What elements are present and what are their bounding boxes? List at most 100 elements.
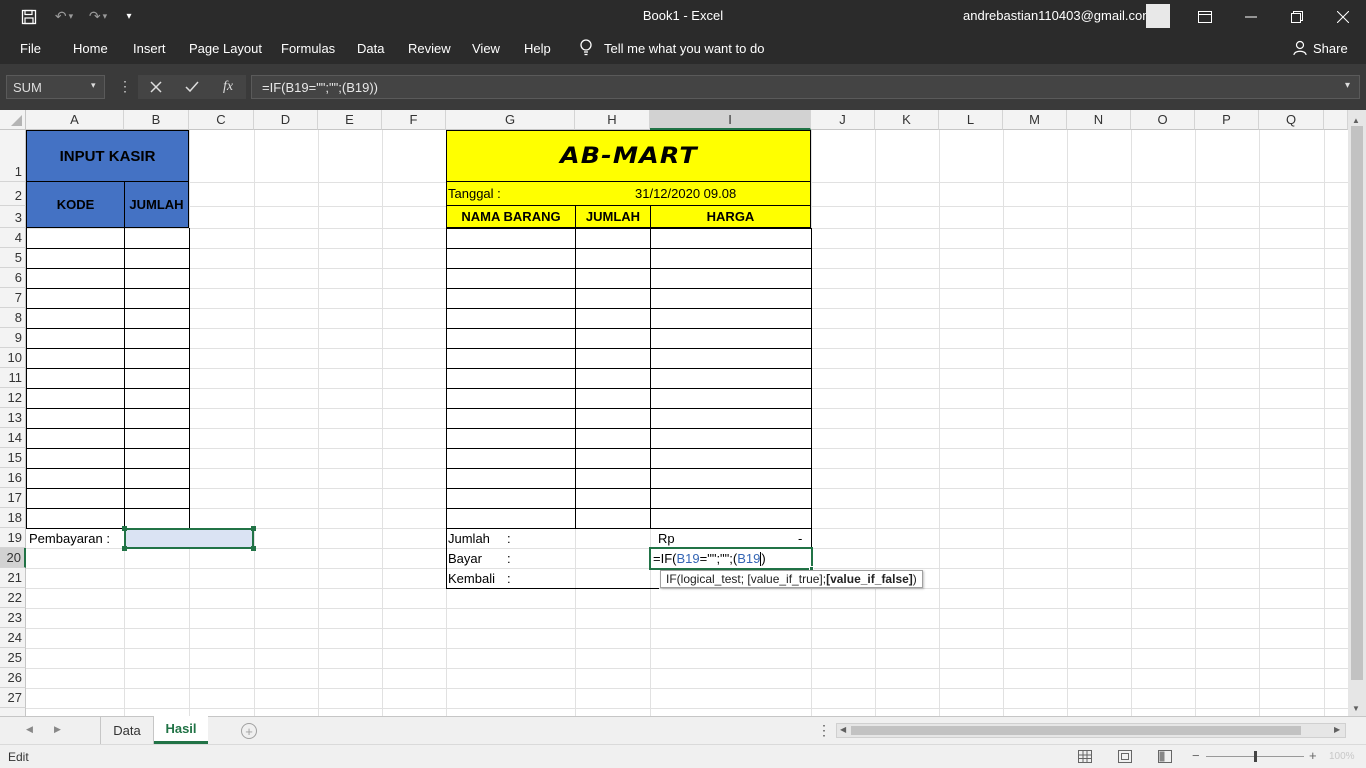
- formula-input[interactable]: =IF(B19="";"";(B19)): [251, 75, 1360, 99]
- col-header-h[interactable]: H: [575, 110, 650, 130]
- row-header-2[interactable]: 2: [0, 182, 26, 206]
- minimize-icon[interactable]: [1236, 0, 1266, 33]
- sheet-tab-hasil[interactable]: Hasil: [154, 716, 208, 744]
- row-header-20[interactable]: 20: [0, 548, 26, 568]
- tab-data[interactable]: Data: [357, 41, 384, 56]
- active-cell-editor[interactable]: =IF(B19 ="";"";(B19): [649, 547, 813, 570]
- horizontal-scrollbar[interactable]: ◀ ▶: [836, 723, 1346, 738]
- col-header-b[interactable]: B: [124, 110, 189, 130]
- col-header-j[interactable]: J: [811, 110, 875, 130]
- col-header-q[interactable]: Q: [1259, 110, 1324, 130]
- tell-me-search[interactable]: Tell me what you want to do: [604, 41, 764, 56]
- ribbon-display-icon[interactable]: [1190, 0, 1220, 33]
- insert-function-button[interactable]: fx: [210, 75, 246, 99]
- col-header-n[interactable]: N: [1067, 110, 1131, 130]
- page-break-view-icon[interactable]: [1158, 750, 1172, 763]
- zoom-out-icon[interactable]: −: [1192, 748, 1200, 763]
- row-header-27[interactable]: 27: [0, 688, 26, 708]
- avatar[interactable]: [1146, 4, 1170, 28]
- redo-icon[interactable]: ↷ ▾: [84, 0, 112, 33]
- row-header-11[interactable]: 11: [0, 368, 26, 388]
- tab-home[interactable]: Home: [73, 41, 108, 56]
- cancel-button[interactable]: [138, 75, 174, 99]
- row-header-22[interactable]: 22: [0, 588, 26, 608]
- row-header-12[interactable]: 12: [0, 388, 26, 408]
- scroll-right-icon[interactable]: ▶: [1334, 725, 1340, 734]
- page-layout-view-icon[interactable]: [1118, 750, 1132, 763]
- expand-formula-bar-icon[interactable]: ▾: [1345, 80, 1350, 91]
- customize-qat-icon[interactable]: ▾: [120, 0, 138, 33]
- vertical-scrollbar[interactable]: ▲ ▼: [1348, 110, 1366, 716]
- row-header-1[interactable]: 1: [0, 130, 26, 182]
- col-header-a[interactable]: A: [26, 110, 124, 130]
- zoom-slider-thumb[interactable]: [1254, 751, 1257, 762]
- row-header-6[interactable]: 6: [0, 268, 26, 288]
- sheet-tab-data[interactable]: Data: [100, 717, 154, 744]
- add-sheet-icon[interactable]: +: [241, 723, 257, 739]
- col-header-d[interactable]: D: [254, 110, 318, 130]
- restore-icon[interactable]: [1282, 0, 1312, 33]
- vertical-scroll-thumb[interactable]: [1351, 126, 1363, 680]
- normal-view-icon[interactable]: [1078, 750, 1092, 763]
- tab-split-icon[interactable]: ⋮: [817, 722, 831, 739]
- input-kasir-table[interactable]: [26, 228, 190, 529]
- col-header-e[interactable]: E: [318, 110, 382, 130]
- row-header-5[interactable]: 5: [0, 248, 26, 268]
- row-header-28[interactable]: [0, 708, 26, 716]
- row-header-17[interactable]: 17: [0, 488, 26, 508]
- pembayaran-input-cell[interactable]: [124, 528, 254, 549]
- scroll-left-icon[interactable]: ◀: [840, 725, 846, 734]
- zoom-in-icon[interactable]: +: [1309, 748, 1317, 763]
- col-header-r[interactable]: [1324, 110, 1348, 130]
- col-header-g[interactable]: G: [446, 110, 575, 130]
- col-header-f[interactable]: F: [382, 110, 446, 130]
- row-header-26[interactable]: 26: [0, 668, 26, 688]
- undo-icon[interactable]: ↶ ▾: [50, 0, 78, 33]
- row-header-14[interactable]: 14: [0, 428, 26, 448]
- tab-file[interactable]: File: [20, 41, 41, 56]
- range-handle[interactable]: [251, 526, 256, 531]
- next-sheet-icon[interactable]: ▶: [54, 724, 61, 735]
- row-header-8[interactable]: 8: [0, 308, 26, 328]
- prev-sheet-icon[interactable]: ◀: [26, 724, 33, 735]
- row-header-3[interactable]: 3: [0, 206, 26, 228]
- receipt-table[interactable]: [446, 228, 812, 529]
- row-header-16[interactable]: 16: [0, 468, 26, 488]
- row-header-24[interactable]: 24: [0, 628, 26, 648]
- row-header-19[interactable]: 19: [0, 528, 26, 548]
- select-all-corner[interactable]: [0, 110, 26, 130]
- row-header-13[interactable]: 13: [0, 408, 26, 428]
- row-header-7[interactable]: 7: [0, 288, 26, 308]
- tab-formulas[interactable]: Formulas: [281, 41, 335, 56]
- col-header-i[interactable]: I: [650, 110, 811, 130]
- row-header-21[interactable]: 21: [0, 568, 26, 588]
- row-header-18[interactable]: 18: [0, 508, 26, 528]
- tab-help[interactable]: Help: [524, 41, 551, 56]
- col-header-p[interactable]: P: [1195, 110, 1259, 130]
- account-email[interactable]: andrebastian110403@gmail.com: [963, 8, 1153, 23]
- row-header-25[interactable]: 25: [0, 648, 26, 668]
- tab-page-layout[interactable]: Page Layout: [189, 41, 262, 56]
- col-header-l[interactable]: L: [939, 110, 1003, 130]
- scroll-up-icon[interactable]: ▲: [1352, 116, 1360, 125]
- enter-button[interactable]: [174, 75, 210, 99]
- col-header-k[interactable]: K: [875, 110, 939, 130]
- range-handle[interactable]: [251, 546, 256, 551]
- zoom-level[interactable]: 100%: [1329, 751, 1355, 762]
- save-icon[interactable]: [16, 0, 42, 33]
- tab-review[interactable]: Review: [408, 41, 451, 56]
- row-header-10[interactable]: 10: [0, 348, 26, 368]
- row-header-15[interactable]: 15: [0, 448, 26, 468]
- horizontal-scroll-thumb[interactable]: [851, 726, 1301, 735]
- col-header-c[interactable]: C: [189, 110, 254, 130]
- tab-view[interactable]: View: [472, 41, 500, 56]
- range-handle[interactable]: [122, 546, 127, 551]
- row-header-23[interactable]: 23: [0, 608, 26, 628]
- row-header-4[interactable]: 4: [0, 228, 26, 248]
- function-tooltip[interactable]: IF(logical_test; [value_if_true]; [value…: [660, 570, 923, 588]
- name-box-dropdown-icon[interactable]: ▾: [91, 80, 96, 91]
- row-header-9[interactable]: 9: [0, 328, 26, 348]
- tab-insert[interactable]: Insert: [133, 41, 166, 56]
- share-button[interactable]: Share: [1313, 41, 1348, 56]
- col-header-m[interactable]: M: [1003, 110, 1067, 130]
